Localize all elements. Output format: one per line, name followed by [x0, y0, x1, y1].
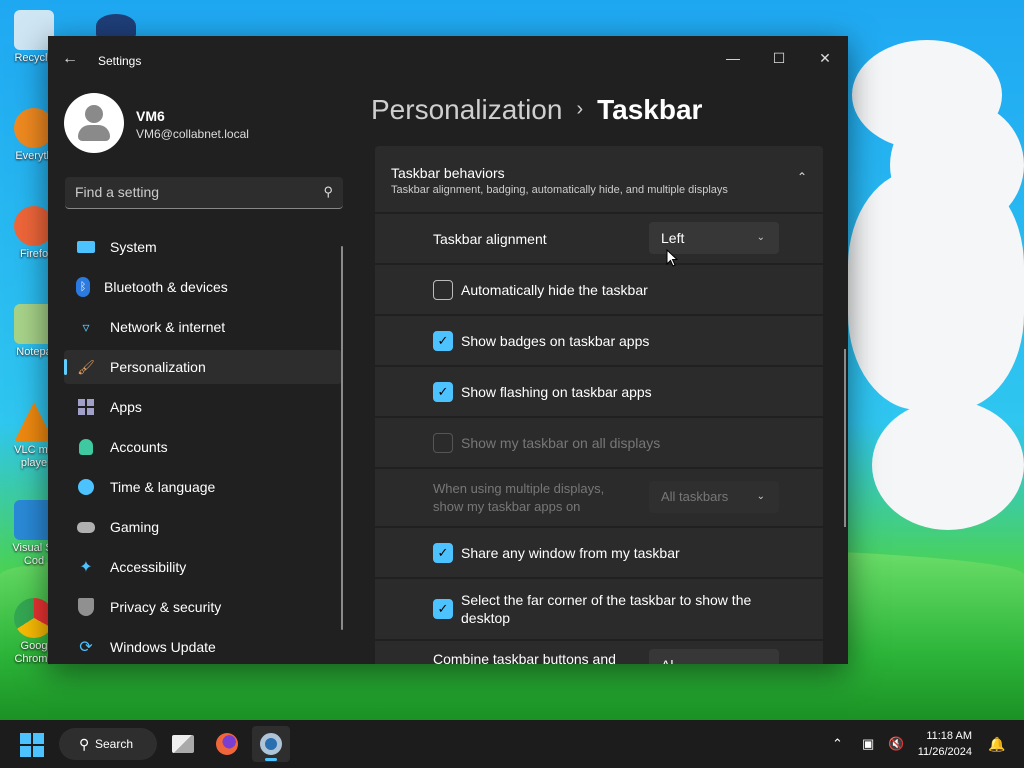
sidebar-item-accounts[interactable]: Accounts	[64, 430, 342, 464]
mouse-cursor	[666, 249, 678, 267]
maximize-button[interactable]: ☐	[756, 42, 802, 74]
clock[interactable]: 11:18 AM 11/26/2024	[912, 728, 972, 760]
notification-bell-icon[interactable]: 🔔	[988, 736, 1005, 753]
shield-icon	[76, 597, 96, 617]
far-corner-checkbox[interactable]: ✓	[433, 599, 453, 619]
section-header[interactable]: Taskbar behaviors Taskbar alignment, bad…	[375, 146, 823, 212]
back-arrow-icon[interactable]: ←	[62, 50, 78, 68]
task-view-icon	[172, 735, 194, 753]
sidebar-item-system[interactable]: System	[64, 230, 342, 264]
sidebar-item-windows-update[interactable]: ⟳ Windows Update	[64, 630, 342, 664]
accounts-icon	[76, 437, 96, 457]
taskbar-task-view[interactable]	[164, 726, 202, 762]
chevron-down-icon: ⌄	[756, 491, 765, 502]
auto-hide-label: Automatically hide the taskbar	[461, 281, 648, 298]
setting-row-flashing[interactable]: ✓ Show flashing on taskbar apps	[375, 367, 823, 416]
share-window-checkbox[interactable]: ✓	[433, 542, 453, 563]
user-email: VM6@collabnet.local	[136, 127, 249, 141]
section-title: Taskbar behaviors	[391, 165, 505, 181]
gamepad-icon	[76, 517, 96, 537]
setting-row-alignment: Taskbar alignment Left ⌄	[375, 214, 823, 263]
cloud	[848, 170, 1024, 410]
chevron-up-icon[interactable]: ⌃	[797, 170, 807, 184]
sidebar-item-privacy[interactable]: Privacy & security	[64, 590, 342, 624]
breadcrumb-parent[interactable]: Personalization	[371, 94, 562, 125]
sidebar-item-personalization[interactable]: 🖌 Personalization	[64, 350, 342, 384]
user-profile[interactable]: VM6 VM6@collabnet.local	[64, 93, 344, 153]
volume-muted-icon[interactable]: 🔇	[888, 736, 904, 752]
system-icon	[76, 237, 96, 257]
sidebar-scrollbar[interactable]	[341, 246, 343, 630]
share-window-label: Share any window from my taskbar	[461, 544, 680, 561]
flashing-label: Show flashing on taskbar apps	[461, 383, 652, 400]
setting-row-all-displays: Show my taskbar on all displays	[375, 418, 823, 467]
setting-row-combine: Combine taskbar buttons and Al	[375, 641, 823, 664]
sidebar-item-network[interactable]: ▿ Network & internet	[64, 310, 342, 344]
close-button[interactable]: ✕	[802, 42, 848, 74]
alignment-label: Taskbar alignment	[433, 230, 547, 247]
setting-row-auto-hide[interactable]: Automatically hide the taskbar	[375, 265, 823, 314]
search-icon: ⚲	[79, 736, 90, 752]
flashing-checkbox[interactable]: ✓	[433, 381, 453, 402]
user-name: VM6	[136, 108, 165, 124]
all-displays-label: Show my taskbar on all displays	[461, 434, 661, 451]
accessibility-icon: ✦	[79, 559, 93, 576]
chevron-down-icon: ⌄	[756, 232, 765, 243]
setting-row-badges[interactable]: ✓ Show badges on taskbar apps	[375, 316, 823, 365]
setting-row-share-window[interactable]: ✓ Share any window from my taskbar	[375, 528, 823, 577]
windows-taskbar: ⚲ Search ⌃ ▣ 🔇 11:18 AM 11/26/2024 🔔	[0, 720, 1024, 768]
section-subtitle: Taskbar alignment, badging, automaticall…	[391, 184, 728, 196]
gear-icon	[260, 733, 282, 755]
multi-display-label-1: When using multiple displays,	[433, 480, 605, 496]
firefox-icon	[216, 733, 238, 755]
setting-row-far-corner[interactable]: ✓ Select the far corner of the taskbar t…	[375, 579, 823, 639]
search-input[interactable]	[65, 177, 295, 207]
brush-icon: 🖌	[77, 358, 95, 375]
badges-checkbox[interactable]: ✓	[433, 330, 453, 351]
taskbar-firefox[interactable]	[208, 726, 246, 762]
sidebar-item-apps[interactable]: Apps	[64, 390, 342, 424]
network-icon[interactable]: ▣	[862, 736, 874, 752]
all-displays-checkbox	[433, 432, 453, 453]
minimize-button[interactable]: —	[710, 42, 756, 74]
breadcrumb: Personalization › Taskbar	[371, 94, 702, 126]
taskbar-settings[interactable]	[252, 726, 290, 762]
title-bar: ← Settings — ☐ ✕	[48, 36, 848, 84]
start-button[interactable]	[20, 733, 44, 757]
search-box: ⚲	[65, 177, 343, 209]
search-icon[interactable]: ⚲	[323, 184, 333, 200]
network-desktop-icon[interactable]	[96, 14, 136, 38]
page-title: Taskbar	[597, 94, 703, 125]
bluetooth-icon: ᛒ	[76, 277, 90, 297]
update-icon: ⟳	[79, 639, 93, 656]
sidebar-nav: System ᛒ Bluetooth & devices ▿ Network & i…	[64, 230, 342, 670]
settings-window: ← Settings — ☐ ✕ VM6 VM6@collabnet.local…	[48, 36, 848, 664]
sidebar-item-time-language[interactable]: Time & language	[64, 470, 342, 504]
multi-display-label-2: show my taskbar apps on	[433, 498, 581, 514]
window-title: Settings	[98, 54, 142, 68]
multi-display-dropdown: All taskbars ⌄	[649, 481, 779, 513]
wifi-icon: ▿	[82, 318, 90, 335]
sidebar-item-accessibility[interactable]: ✦ Accessibility	[64, 550, 342, 584]
setting-row-multi-display: When using multiple displays, show my tas…	[375, 469, 823, 526]
cloud	[872, 400, 1024, 530]
combine-dropdown[interactable]: Al	[649, 649, 779, 664]
sidebar-item-bluetooth[interactable]: ᛒ Bluetooth & devices	[64, 270, 342, 304]
avatar	[64, 93, 124, 153]
far-corner-label-1: Select the far corner of the taskbar to …	[461, 592, 752, 608]
auto-hide-checkbox[interactable]	[433, 279, 453, 300]
apps-icon	[76, 397, 96, 417]
sidebar-item-gaming[interactable]: Gaming	[64, 510, 342, 544]
breadcrumb-separator: ›	[576, 98, 584, 120]
far-corner-label-2: desktop	[461, 610, 511, 626]
globe-icon	[76, 477, 96, 497]
badges-label: Show badges on taskbar apps	[461, 332, 650, 349]
content-scrollbar[interactable]	[844, 349, 846, 527]
taskbar-search-button[interactable]: ⚲ Search	[59, 728, 157, 760]
combine-label: Combine taskbar buttons and	[433, 651, 616, 664]
taskbar-behaviors-panel: Taskbar behaviors Taskbar alignment, bad…	[375, 146, 823, 664]
chevron-up-icon[interactable]: ⌃	[832, 736, 843, 752]
